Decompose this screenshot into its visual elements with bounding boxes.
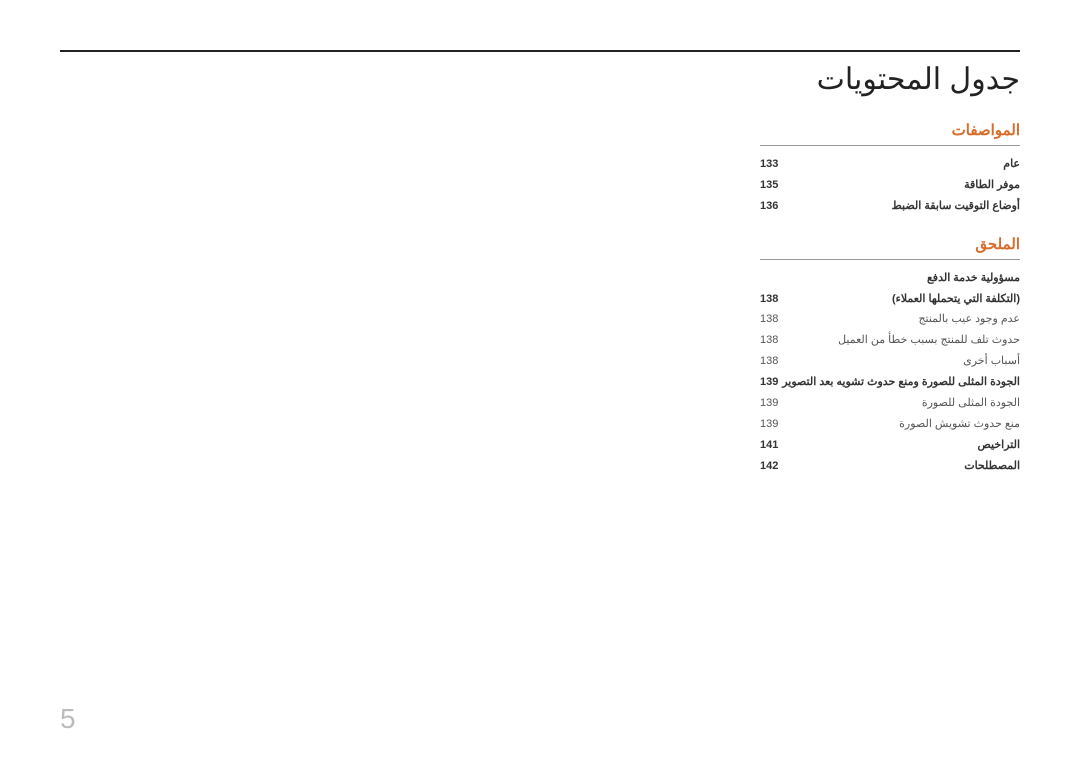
toc-entry: المصطلحات 142 [760,456,1020,477]
entry-label: الجودة المثلى للصورة ومنع حدوث تشويه بعد… [782,372,1020,393]
entry-label: موفر الطاقة [964,175,1020,196]
toc-entry: أوضاع التوقيت سابقة الضبط 136 [760,196,1020,217]
entry-label: منع حدوث تشويش الصورة [899,414,1020,435]
toc-entry: الجودة المثلى للصورة ومنع حدوث تشويه بعد… [760,372,1020,393]
toc-column: المواصفات عام 133 موفر الطاقة 135 أوضاع … [760,121,1020,477]
entry-page: 139 [760,414,778,435]
toc-entry: أسباب أخرى 138 [760,351,1020,372]
entry-page: 138 [760,309,778,330]
entry-page: 141 [760,435,778,456]
page-number: 5 [60,703,76,735]
toc-entry: حدوث تلف للمنتج بسبب خطأ من العميل 138 [760,330,1020,351]
entry-label: حدوث تلف للمنتج بسبب خطأ من العميل [838,330,1020,351]
toc-entry: عدم وجود عيب بالمنتج 138 [760,309,1020,330]
section-heading: المواصفات [760,121,1020,146]
toc-entry: التراخيص 141 [760,435,1020,456]
entry-page: 139 [760,372,778,393]
entry-label: (التكلفة التي يتحملها العملاء) [892,289,1020,310]
entry-page: 138 [760,351,778,372]
entry-page: 138 [760,289,778,310]
entry-label: التراخيص [978,435,1020,456]
page-title: جدول المحتويات [60,62,1020,97]
toc-entry: (التكلفة التي يتحملها العملاء) 138 [760,289,1020,310]
entry-label: أسباب أخرى [963,351,1020,372]
entry-page: 135 [760,175,778,196]
toc-entry: موفر الطاقة 135 [760,175,1020,196]
entry-label: مسؤولية خدمة الدفع [927,268,1020,289]
entry-label: عدم وجود عيب بالمنتج [918,309,1020,330]
toc-entry: مسؤولية خدمة الدفع [760,268,1020,289]
toc-entry: عام 133 [760,154,1020,175]
entry-label: المصطلحات [964,456,1020,477]
entry-label: عام [1003,154,1020,175]
toc-entry: منع حدوث تشويش الصورة 139 [760,414,1020,435]
entry-label: الجودة المثلى للصورة [922,393,1020,414]
entry-page: 138 [760,330,778,351]
toc-entry: الجودة المثلى للصورة 139 [760,393,1020,414]
entry-page: 133 [760,154,778,175]
document-page: جدول المحتويات المواصفات عام 133 موفر ال… [0,0,1080,763]
entry-page: 136 [760,196,778,217]
horizontal-rule [60,50,1020,52]
entry-page: 142 [760,456,778,477]
entry-label: أوضاع التوقيت سابقة الضبط [892,196,1020,217]
entry-page: 139 [760,393,778,414]
section-heading: الملحق [760,235,1020,260]
